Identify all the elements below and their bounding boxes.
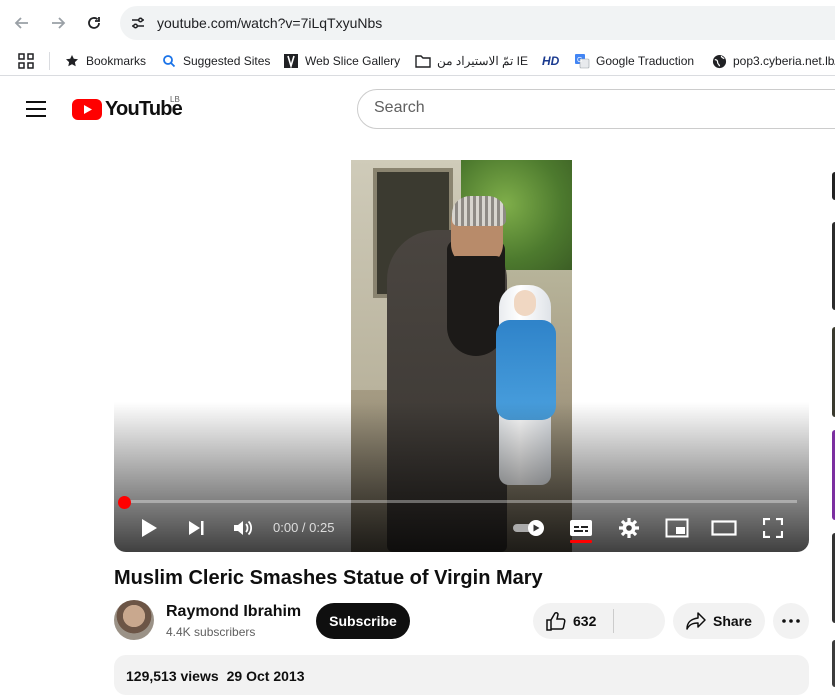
upload-date: 29 Oct 2013: [226, 668, 305, 684]
share-button[interactable]: Share: [673, 603, 765, 639]
reload-icon[interactable]: [83, 12, 105, 34]
view-count: 129,513 views: [126, 668, 219, 684]
youtube-header: YouTube LB: [0, 81, 835, 137]
autoplay-toggle-icon: [513, 520, 544, 536]
gear-icon: [619, 518, 639, 538]
search-input[interactable]: [374, 99, 774, 117]
apps-icon[interactable]: [18, 52, 34, 70]
scrubber-handle[interactable]: [118, 496, 131, 509]
theater-mode-button[interactable]: [711, 516, 737, 540]
bookmarks-divider: [49, 52, 50, 70]
video-meta: 129,513 views 29 Oct 2013: [126, 668, 312, 684]
subtitles-icon: [570, 520, 592, 536]
youtube-play-logo-icon: [72, 99, 102, 120]
bookmark-label: pop3.cyberia.net.lb/: [733, 54, 835, 68]
description-box[interactable]: 129,513 views 29 Oct 2013: [114, 655, 809, 695]
like-button[interactable]: 632: [533, 603, 613, 639]
more-actions-button[interactable]: [773, 603, 809, 639]
address-bar[interactable]: youtube.com/watch?v=7iLqTxyuNbs: [120, 6, 835, 40]
miniplayer-button[interactable]: [664, 516, 690, 540]
svg-text:G: G: [577, 57, 582, 64]
progress-bar[interactable]: [125, 500, 797, 503]
back-icon[interactable]: [11, 12, 33, 34]
bookmark-label: Bookmarks: [86, 54, 147, 68]
share-icon: [686, 612, 706, 630]
bookmark-suggested-sites[interactable]: Suggested Sites: [161, 52, 270, 70]
miniplayer-icon: [665, 518, 689, 538]
site-settings-icon[interactable]: [130, 15, 146, 31]
country-code: LB: [170, 95, 180, 104]
time-display: 0:00 / 0:25: [273, 520, 335, 535]
bookmark-pop3[interactable]: pop3.cyberia.net.lb/: [711, 52, 835, 70]
search-icon: [161, 53, 177, 69]
like-dislike-group: 632: [533, 603, 728, 639]
bookmark-label: Web Slice Gallery: [305, 54, 401, 68]
autoplay-toggle[interactable]: [512, 516, 548, 540]
bookmark-hd[interactable]: HD: [542, 52, 559, 70]
skip-next-icon: [189, 521, 204, 535]
play-icon: [142, 519, 157, 537]
bookmark-imported-ie[interactable]: تمّ الاستيراد من IE: [415, 52, 528, 70]
hd-icon: HD: [542, 54, 560, 68]
bookmark-web-slice-gallery[interactable]: Web Slice Gallery: [283, 52, 400, 70]
youtube-logo[interactable]: YouTube: [72, 98, 183, 121]
star-icon: [64, 53, 80, 69]
more-horizontal-icon: [782, 619, 800, 623]
translate-icon: G: [574, 53, 590, 69]
video-player[interactable]: 0:00 / 0:25: [114, 160, 809, 552]
folder-icon: [415, 53, 431, 69]
fullscreen-button[interactable]: [760, 516, 786, 540]
bookmark-label: تمّ الاستيراد من IE: [437, 54, 529, 68]
subtitles-active-indicator: [570, 540, 592, 543]
play-button[interactable]: [136, 516, 162, 540]
subtitles-button[interactable]: [568, 516, 594, 540]
menu-icon[interactable]: [26, 101, 46, 117]
url-text[interactable]: youtube.com/watch?v=7iLqTxyuNbs: [157, 15, 382, 31]
dislike-button[interactable]: [614, 603, 728, 639]
bookmarks-bar: Bookmarks Suggested Sites Web Slice Gall…: [0, 46, 835, 76]
subscriber-count: 4.4K subscribers: [166, 625, 256, 639]
volume-icon: [234, 520, 253, 536]
channel-name[interactable]: Raymond Ibrahim: [166, 603, 301, 621]
mute-button[interactable]: [230, 516, 256, 540]
next-button[interactable]: [183, 516, 209, 540]
channel-avatar[interactable]: [114, 600, 154, 640]
bookmark-label: Google Traduction: [596, 54, 695, 68]
fullscreen-icon: [763, 518, 783, 538]
search-box[interactable]: [357, 89, 835, 129]
bookmark-label: Suggested Sites: [183, 54, 271, 68]
bookmark-bookmarks[interactable]: Bookmarks: [64, 52, 146, 70]
forward-icon[interactable]: [47, 12, 69, 34]
controls-gradient: [114, 402, 809, 552]
browser-toolbar: youtube.com/watch?v=7iLqTxyuNbs: [0, 0, 835, 46]
subscribe-button[interactable]: Subscribe: [316, 603, 410, 639]
slice-icon: [283, 53, 299, 69]
video-title: Muslim Cleric Smashes Statue of Virgin M…: [114, 567, 543, 589]
globe-icon: [711, 53, 727, 69]
thumbs-up-icon: [546, 612, 566, 631]
share-label: Share: [713, 613, 752, 629]
bookmark-google-traduction[interactable]: G Google Traduction: [574, 52, 694, 70]
like-count: 632: [573, 613, 597, 629]
settings-button[interactable]: [616, 516, 642, 540]
theater-icon: [711, 520, 737, 536]
